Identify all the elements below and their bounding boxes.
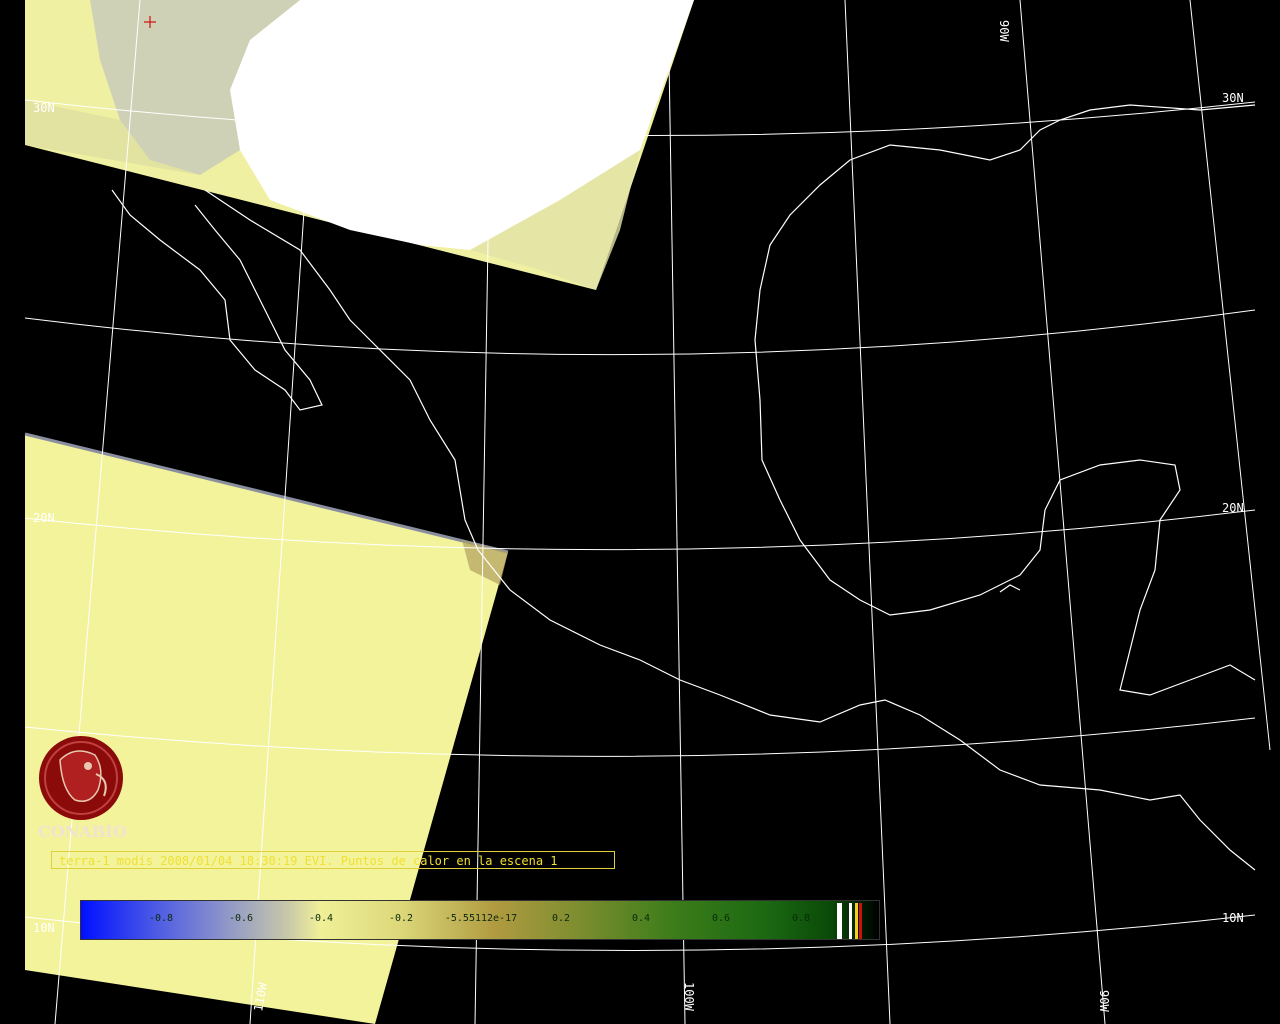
colorbar-stripe xyxy=(859,903,862,939)
colorbar-tick: -0.4 xyxy=(308,913,334,924)
colorbar-tick: 0.8 xyxy=(791,913,811,924)
lon-90w-bottom-label: 90W xyxy=(1097,990,1111,1012)
colorbar-tick: -0.8 xyxy=(148,913,174,924)
lat-20n-left-label: 20N xyxy=(33,511,55,525)
lat-20n-right-label: 20N xyxy=(1222,501,1244,515)
colorbar-tick: 0.2 xyxy=(551,913,571,924)
lat-30n-left-label: 30N xyxy=(33,101,55,115)
colorbar-tick: 0.6 xyxy=(711,913,731,924)
scene-caption: terra-1 modis 2008/01/04 18:30:19 EVI. P… xyxy=(51,851,615,869)
upper-swath xyxy=(25,0,694,290)
lon-90w-top-label: 90W xyxy=(997,20,1011,42)
evi-colorbar: -0.8 -0.6 -0.4 -0.2 -5.55112e-17 0.2 0.4… xyxy=(80,900,880,940)
macaw-logo-icon xyxy=(39,736,123,820)
lat-30n-right-label: 30N xyxy=(1222,91,1244,105)
lon-100w-bottom-label: 100W xyxy=(682,982,696,1012)
colorbar-tick: 0.4 xyxy=(631,913,651,924)
colorbar-stripe xyxy=(855,903,858,939)
colorbar-stripe xyxy=(837,903,842,939)
colorbar-tick: -5.55112e-17 xyxy=(444,913,518,924)
lat-10n-left-label: 10N xyxy=(33,921,55,935)
colorbar-stripe xyxy=(849,903,852,939)
lat-10n-right-label: 10N xyxy=(1222,911,1244,925)
colorbar-tick: -0.2 xyxy=(388,913,414,924)
colorbar-tick: -0.6 xyxy=(228,913,254,924)
satellite-map: 30N 30N 20N 20N 10N 10N 90W 90W 100W 110… xyxy=(24,0,1271,1024)
conabio-logo-text: CONABIO xyxy=(38,822,127,841)
